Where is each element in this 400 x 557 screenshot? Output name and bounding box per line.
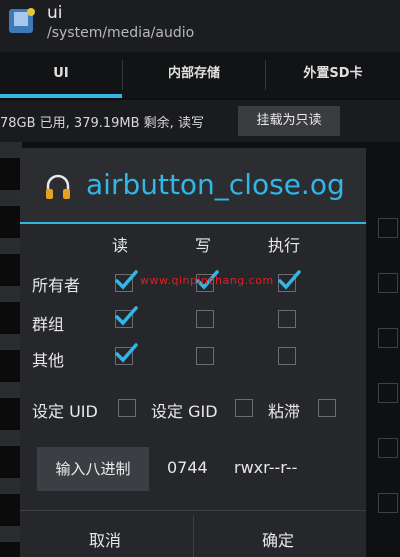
column-write: 写 [195,236,212,255]
file-list-icons [0,142,22,557]
file-select-checkbox[interactable] [378,438,398,458]
watermark: www.qinpinchang.com [140,274,274,287]
row-label-others: 其他 [32,351,65,370]
group-write-checkbox[interactable] [196,310,214,328]
active-tab-indicator [0,94,122,98]
app-title: ui [47,3,63,23]
storage-info-bar: 78GB 已用, 379.19MB 剩余, 读写 [0,100,400,142]
file-select-checkbox[interactable] [378,328,398,348]
title-bar: ui /system/media/audio [0,0,400,52]
tab-internal-storage[interactable]: 内部存储 [123,52,265,98]
others-write-checkbox[interactable] [196,347,214,365]
set-gid-checkbox[interactable] [235,399,253,417]
check-icon [115,270,138,290]
file-select-checkbox[interactable] [378,218,398,238]
sticky-label: 粘滞 [268,402,301,421]
others-execute-checkbox[interactable] [278,347,296,365]
check-icon [115,306,138,326]
dialog-title: airbutton_close.og [86,168,345,201]
check-icon [115,343,138,363]
set-uid-checkbox[interactable] [118,399,136,417]
enter-octal-button[interactable]: 输入八进制 [37,447,149,491]
app-icon[interactable] [8,6,38,36]
mount-readonly-button[interactable]: 挂载为只读 [238,106,340,136]
group-execute-checkbox[interactable] [278,310,296,328]
sticky-checkbox[interactable] [318,399,336,417]
confirm-button[interactable]: 确定 [262,527,294,551]
row-label-owner: 所有者 [32,276,81,295]
tab-ui[interactable]: UI [0,52,122,98]
check-icon [278,270,301,290]
button-bar-divider [20,510,366,511]
set-uid-label: 设定 UID [32,402,98,421]
dialog-title-underline [20,222,366,224]
row-label-group: 群组 [32,315,65,334]
headphones-icon [46,174,70,199]
column-read: 读 [112,236,129,255]
file-select-checkbox[interactable] [378,383,398,403]
set-gid-label: 设定 GID [151,402,218,421]
symbolic-permissions: rwxr--r-- [234,458,298,477]
dialog-header: airbutton_close.og [20,148,366,224]
current-path: /system/media/audio [47,25,195,41]
permissions-dialog: airbutton_close.og [20,148,366,557]
storage-info: 78GB 已用, 379.19MB 剩余, 读写 [0,116,204,131]
tab-sd-card[interactable]: 外置SD卡 [266,52,400,98]
tab-bar: UI 内部存储 外置SD卡 [0,52,400,98]
file-select-checkbox[interactable] [378,273,398,293]
button-divider [193,516,194,557]
column-execute: 执行 [268,236,301,255]
octal-value: 0744 [167,458,208,477]
file-select-checkbox[interactable] [378,493,398,513]
cancel-button[interactable]: 取消 [89,527,121,551]
